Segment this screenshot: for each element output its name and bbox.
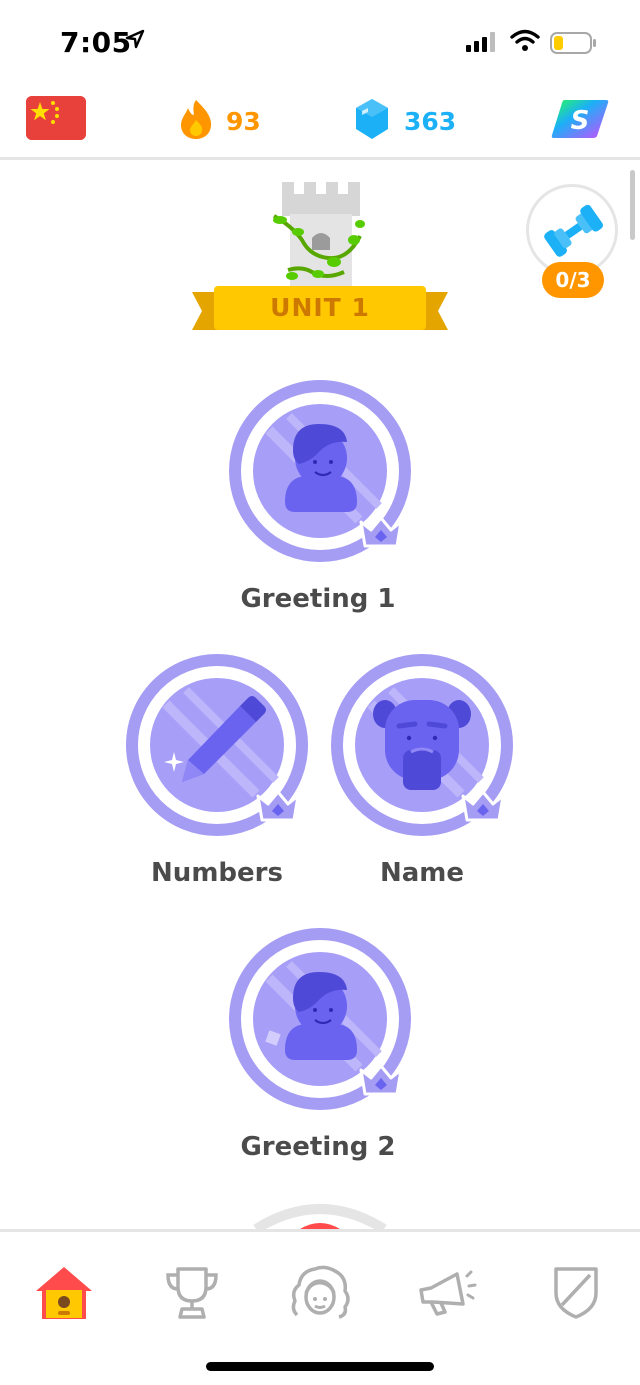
skill-title: Numbers — [151, 858, 283, 888]
trophy-icon — [164, 1265, 220, 1325]
crown-icon — [459, 784, 507, 824]
next-skill-peek[interactable] — [250, 1203, 390, 1229]
status-bar: 7:05 — [0, 0, 640, 88]
super-badge-icon[interactable]: S — [550, 98, 610, 144]
skill-title: Greeting 1 — [240, 584, 396, 614]
home-indicator[interactable] — [206, 1362, 434, 1371]
scrollbar[interactable] — [630, 170, 635, 240]
skill-title: Greeting 2 — [240, 1132, 396, 1162]
unit-title: UNIT 1 — [270, 293, 370, 322]
crown-icon — [357, 510, 405, 550]
gem-icon — [354, 98, 390, 144]
china-flag-icon[interactable] — [26, 96, 86, 140]
tab-shop[interactable] — [545, 1266, 607, 1324]
location-arrow-icon — [124, 28, 146, 54]
skill-numbers[interactable] — [126, 654, 308, 836]
svg-text:S: S — [571, 106, 590, 136]
practice-progress-badge: 0/3 — [542, 262, 604, 298]
castle-icon — [272, 180, 368, 292]
gems-count: 363 — [404, 106, 457, 136]
streak-count: 93 — [226, 106, 261, 136]
skill-name[interactable] — [331, 654, 513, 836]
wifi-icon — [510, 28, 540, 56]
tab-profile[interactable] — [289, 1265, 351, 1325]
skill-title: Name — [379, 858, 465, 888]
shield-icon — [550, 1265, 602, 1325]
status-time: 7:05 — [60, 26, 132, 59]
top-stats-bar: 93 363 S — [0, 88, 640, 160]
home-icon — [33, 1264, 95, 1326]
gems-counter[interactable]: 363 — [354, 98, 456, 144]
tab-leaderboards[interactable] — [161, 1266, 223, 1324]
streak-counter[interactable]: 93 — [178, 98, 261, 144]
tab-learn[interactable] — [33, 1266, 95, 1324]
skill-greeting-1[interactable] — [229, 380, 411, 562]
dumbbell-icon — [541, 201, 605, 263]
profile-icon — [289, 1265, 351, 1325]
flame-icon — [178, 98, 214, 144]
megaphone-icon — [417, 1268, 479, 1322]
tab-news[interactable] — [417, 1266, 479, 1324]
crown-icon — [357, 1058, 405, 1098]
skill-greeting-2[interactable] — [229, 928, 411, 1110]
battery-low-icon — [550, 31, 598, 59]
crown-icon — [254, 784, 302, 824]
cellular-signal-icon — [466, 32, 500, 56]
